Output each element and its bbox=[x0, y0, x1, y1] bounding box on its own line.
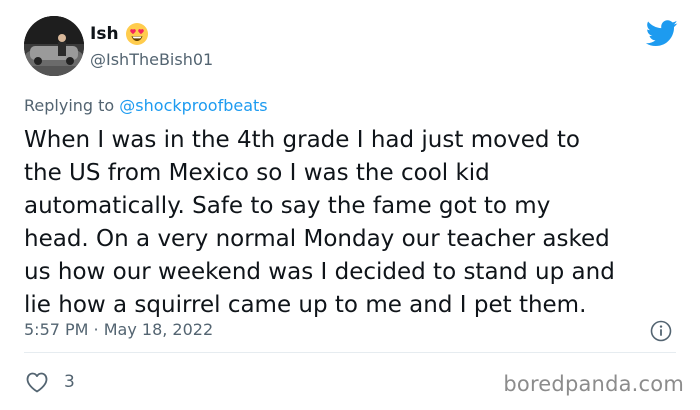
tweet-timestamp[interactable]: 5:57 PM · May 18, 2022 bbox=[24, 320, 213, 339]
author-handle[interactable]: @IshTheBish01 bbox=[90, 50, 213, 69]
divider bbox=[24, 352, 676, 353]
tweet-line: automatically. Safe to say the fame got … bbox=[24, 193, 551, 219]
replying-to: Replying to @shockproofbeats bbox=[24, 96, 268, 115]
tweet-line: us how our weekend was I decided to stan… bbox=[24, 259, 615, 285]
like-button[interactable]: 3 bbox=[24, 370, 75, 394]
twitter-bird-icon[interactable] bbox=[646, 20, 678, 47]
author-name-row: Ish bbox=[90, 22, 149, 46]
watermark: boredpanda.com bbox=[503, 372, 684, 396]
info-icon[interactable] bbox=[650, 320, 672, 342]
tweet-line: the US from Mexico so I was the cool kid bbox=[24, 160, 490, 186]
tweet-line: When I was in the 4th grade I had just m… bbox=[24, 127, 580, 153]
author-name[interactable]: Ish bbox=[90, 24, 119, 44]
like-count: 3 bbox=[64, 372, 75, 392]
tweet-line: lie how a squirrel came up to me and I p… bbox=[24, 292, 587, 318]
reply-mention-link[interactable]: @shockproofbeats bbox=[119, 96, 267, 115]
avatar[interactable] bbox=[24, 16, 84, 76]
tweet-text: When I was in the 4th grade I had just m… bbox=[24, 124, 684, 322]
tweet-line: head. On a very normal Monday our teache… bbox=[24, 226, 610, 252]
heart-eyes-emoji-icon bbox=[125, 23, 148, 45]
replying-prefix: Replying to bbox=[24, 96, 115, 115]
profile-photo bbox=[24, 16, 84, 76]
heart-icon[interactable] bbox=[24, 370, 50, 394]
